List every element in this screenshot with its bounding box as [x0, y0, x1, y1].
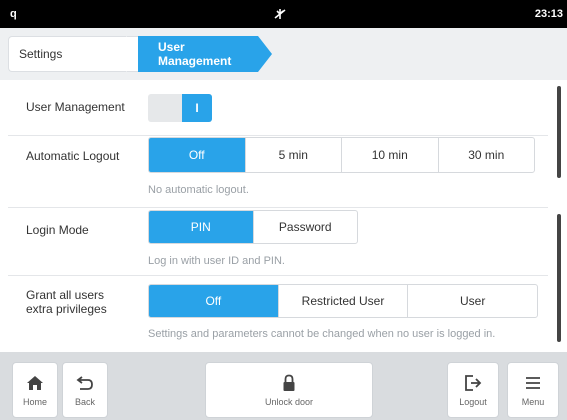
back-button[interactable]: Back — [62, 362, 108, 418]
login-mode-selector: PIN Password — [148, 210, 358, 244]
grant-label-line2: extra privileges — [26, 302, 107, 316]
back-label: Back — [74, 397, 95, 407]
breadcrumb-user-management[interactable]: User Management — [138, 36, 258, 72]
row-grant-privileges: Grant all users extra privileges Off Res… — [8, 276, 548, 352]
login-mode-option-password[interactable]: Password — [252, 211, 358, 243]
row-user-management: User Management I — [8, 80, 548, 136]
status-time: 23:13 — [534, 8, 563, 20]
menu-icon — [525, 373, 541, 393]
auto-logout-label: Automatic Logout — [26, 149, 120, 163]
row-login-mode: Login Mode PIN Password Log in with user… — [8, 208, 548, 276]
breadcrumb-user-management-label: User Management — [158, 40, 232, 68]
bottom-toolbar: Home Back Unlock door Logout Menu — [0, 352, 567, 420]
lock-icon — [282, 373, 296, 393]
home-icon — [26, 373, 44, 393]
auto-logout-option-10min[interactable]: 10 min — [341, 138, 438, 172]
scrollbar[interactable] — [557, 86, 561, 344]
settings-panel: User Management I Automatic Logout Off 5… — [8, 80, 559, 352]
menu-label: Menu — [521, 397, 545, 407]
logout-icon — [464, 373, 482, 393]
home-button[interactable]: Home — [12, 362, 58, 418]
status-bar: q 23:13 — [0, 0, 567, 28]
auto-logout-option-5min[interactable]: 5 min — [244, 138, 342, 172]
home-label: Home — [22, 397, 47, 407]
grant-option-restricted-user[interactable]: Restricted User — [277, 285, 408, 317]
grant-option-off[interactable]: Off — [149, 285, 278, 317]
grant-option-user[interactable]: User — [407, 285, 537, 317]
user-management-label: User Management — [26, 100, 125, 114]
status-indicator: q — [10, 8, 17, 20]
unlock-door-button[interactable]: Unlock door — [205, 362, 373, 418]
breadcrumb: Settings User Management — [0, 28, 567, 80]
auto-logout-hint: No automatic logout. — [148, 184, 249, 196]
scrollbar-segment-lower — [557, 214, 561, 342]
grant-label: Grant all users extra privileges — [26, 288, 107, 316]
menu-button[interactable]: Menu — [507, 362, 559, 418]
logout-label: Logout — [459, 397, 487, 407]
login-mode-label: Login Mode — [26, 223, 89, 237]
user-management-toggle[interactable]: I — [148, 94, 212, 122]
breadcrumb-settings-label: Settings — [19, 47, 63, 61]
logout-button[interactable]: Logout — [447, 362, 499, 418]
login-mode-hint: Log in with user ID and PIN. — [148, 255, 285, 267]
login-mode-option-pin[interactable]: PIN — [149, 211, 253, 243]
grant-selector: Off Restricted User User — [148, 284, 538, 318]
back-icon — [76, 373, 94, 393]
auto-logout-option-30min[interactable]: 30 min — [437, 138, 535, 172]
grant-hint: Settings and parameters cannot be change… — [148, 328, 496, 340]
antenna-off-icon — [272, 6, 288, 22]
auto-logout-option-off[interactable]: Off — [149, 138, 245, 172]
auto-logout-selector: Off 5 min 10 min 30 min — [148, 137, 535, 173]
scrollbar-segment-upper — [557, 86, 561, 178]
unlock-door-label: Unlock door — [264, 397, 314, 407]
breadcrumb-active-arrow — [258, 36, 272, 72]
grant-label-line1: Grant all users — [26, 288, 105, 302]
toggle-knob: I — [182, 94, 212, 122]
row-auto-logout: Automatic Logout Off 5 min 10 min 30 min… — [8, 136, 548, 208]
